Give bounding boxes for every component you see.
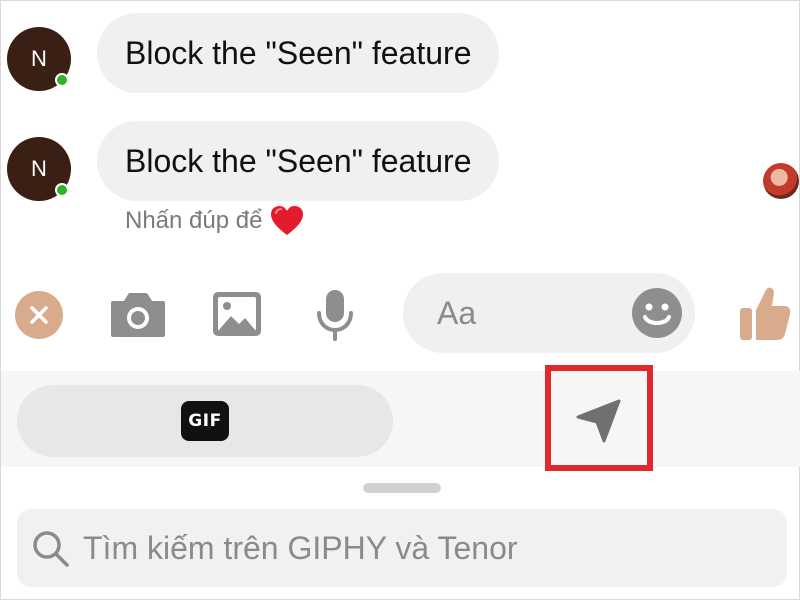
reaction-hint: Nhấn đúp để bbox=[125, 205, 304, 237]
send-location-tab[interactable] bbox=[545, 365, 653, 471]
gif-search-bar bbox=[17, 509, 787, 587]
message-bubble[interactable]: Block the "Seen" feature bbox=[97, 13, 500, 93]
close-icon bbox=[30, 306, 48, 324]
media-tray: GIF bbox=[1, 365, 800, 471]
sheet-drag-handle[interactable] bbox=[363, 483, 441, 493]
message-composer: Aa bbox=[1, 271, 800, 367]
chat-screen: N Block the "Seen" feature N Block the "… bbox=[0, 0, 800, 600]
online-status-dot bbox=[55, 73, 69, 87]
reaction-hint-text: Nhấn đúp để bbox=[125, 207, 263, 234]
gif-icon: GIF bbox=[181, 401, 229, 441]
search-icon bbox=[33, 531, 69, 567]
like-button[interactable] bbox=[737, 283, 793, 343]
avatar-initial: N bbox=[31, 46, 47, 71]
microphone-icon bbox=[317, 290, 353, 341]
read-receipt-avatar bbox=[763, 163, 799, 199]
heart-icon bbox=[271, 206, 304, 235]
avatar[interactable]: N bbox=[7, 137, 71, 201]
message-input[interactable]: Aa bbox=[403, 273, 695, 353]
send-icon bbox=[576, 399, 621, 443]
like-icon bbox=[740, 287, 791, 340]
online-status-dot bbox=[55, 183, 69, 197]
close-button[interactable] bbox=[15, 291, 63, 339]
camera-icon bbox=[111, 293, 165, 337]
image-button[interactable] bbox=[211, 289, 263, 339]
gif-tab[interactable]: GIF bbox=[17, 385, 393, 457]
avatar-initial: N bbox=[31, 156, 47, 181]
emoji-icon[interactable] bbox=[631, 287, 683, 339]
message-bubble[interactable]: Block the "Seen" feature bbox=[97, 121, 500, 201]
image-icon bbox=[213, 292, 261, 336]
avatar[interactable]: N bbox=[7, 27, 71, 91]
message-input-placeholder: Aa bbox=[437, 295, 477, 331]
microphone-button[interactable] bbox=[313, 287, 357, 343]
gif-search-input[interactable] bbox=[83, 509, 773, 587]
camera-button[interactable] bbox=[109, 289, 167, 341]
